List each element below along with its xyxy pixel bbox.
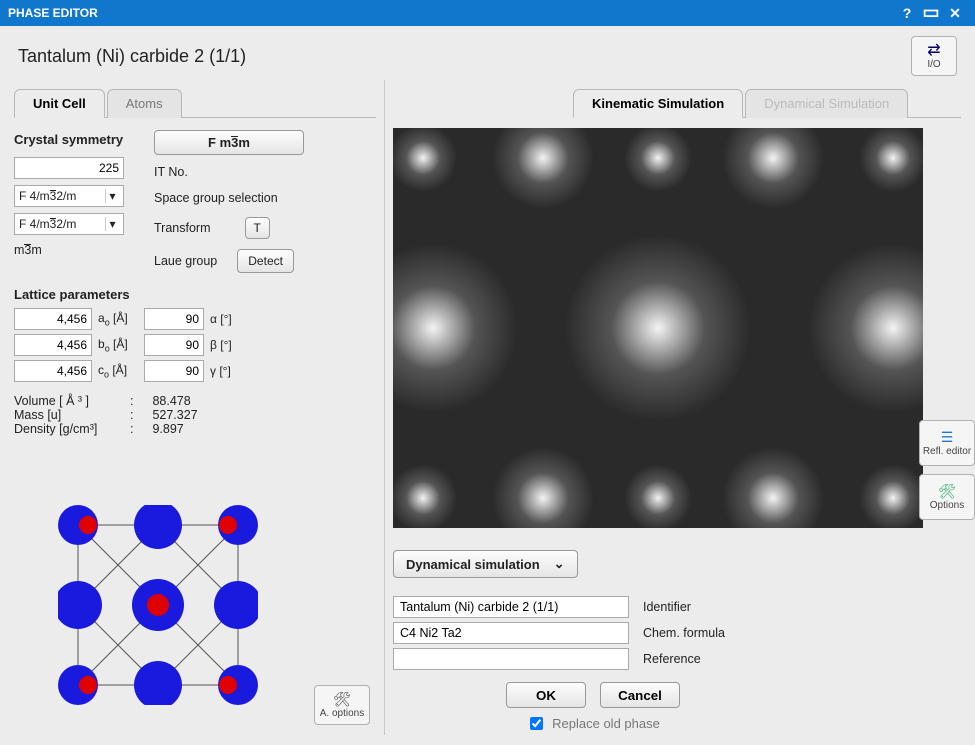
phase-form: Identifier Chem. formula Reference: [393, 596, 961, 670]
ok-button[interactable]: OK: [506, 682, 586, 708]
transform-select[interactable]: F 4/m32/m ▾: [14, 213, 124, 235]
density-value: 9.897: [152, 422, 183, 436]
lattice-grid: ao [Å] α [°] bo [Å] β [°] co [Å] γ [°]: [14, 308, 376, 382]
a-label: ao [Å]: [98, 311, 138, 327]
identifier-input[interactable]: [393, 596, 629, 618]
options-button[interactable]: 🛠 Options: [919, 474, 975, 520]
it-number-input[interactable]: [14, 157, 124, 179]
beta-input[interactable]: [144, 334, 204, 356]
volume-label: Volume [ Å ³ ]: [14, 394, 124, 408]
detect-button[interactable]: Detect: [237, 249, 294, 273]
b-label: bo [Å]: [98, 337, 138, 353]
refl-editor-button[interactable]: ☰ Refl. editor: [919, 420, 975, 466]
left-panel: Unit Cell Atoms Crystal symmetry F 4/m32…: [0, 80, 385, 735]
space-group-value: F 4/m32/m: [19, 189, 76, 203]
gamma-input[interactable]: [144, 360, 204, 382]
tab-dynamical[interactable]: Dynamical Simulation: [745, 89, 908, 118]
header: Tantalum (Ni) carbide 2 (1/1) ⇄ I/O: [0, 26, 975, 80]
io-label: I/O: [927, 59, 940, 70]
right-tabs: Kinematic Simulation Dynamical Simulatio…: [573, 88, 961, 118]
lattice-heading: Lattice parameters: [14, 287, 376, 302]
reference-label: Reference: [643, 652, 803, 666]
formula-input[interactable]: [393, 622, 629, 644]
dyn-sel-label: Dynamical simulation: [406, 557, 540, 572]
formula-label: Chem. formula: [643, 626, 803, 640]
io-button[interactable]: ⇄ I/O: [911, 36, 957, 76]
help-button[interactable]: ?: [895, 5, 919, 21]
chevron-down-icon: ▾: [105, 189, 119, 203]
volume-value: 88.478: [152, 394, 190, 408]
transform-button[interactable]: T: [245, 217, 270, 239]
options-label: Options: [930, 500, 964, 511]
window-title: PHASE EDITOR: [8, 6, 98, 20]
gamma-label: γ [°]: [210, 364, 236, 378]
it-no-label: IT No.: [154, 165, 304, 179]
page-title: Tantalum (Ni) carbide 2 (1/1): [18, 46, 246, 67]
transform-label: Transform: [154, 221, 211, 235]
alpha-label: α [°]: [210, 312, 236, 326]
transform-value: F 4/m32/m: [19, 217, 76, 231]
a-input[interactable]: [14, 308, 92, 330]
c-label: co [Å]: [98, 363, 138, 379]
left-tabs: Unit Cell Atoms: [14, 88, 376, 118]
dynamical-simulation-select[interactable]: Dynamical simulation ⌄: [393, 550, 578, 578]
crystal-symmetry-heading: Crystal symmetry: [14, 132, 124, 147]
replace-old-phase-label: Replace old phase: [552, 716, 660, 731]
b-input[interactable]: [14, 334, 92, 356]
density-label: Density [g/cm³]: [14, 422, 124, 436]
reference-input[interactable]: [393, 648, 629, 670]
cancel-button[interactable]: Cancel: [600, 682, 680, 708]
space-group-select[interactable]: F 4/m32/m ▾: [14, 185, 124, 207]
chevron-down-icon: ⌄: [554, 556, 565, 572]
sg-sel-label: Space group selection: [154, 191, 304, 205]
identifier-label: Identifier: [643, 600, 803, 614]
swap-icon: ⇄: [927, 43, 940, 59]
close-button[interactable]: ✕: [943, 5, 967, 22]
simulation-image[interactable]: [393, 128, 923, 528]
laue-value: m3m: [14, 243, 124, 257]
mass-label: Mass [u]: [14, 408, 124, 422]
chevron-down-icon: ▾: [105, 217, 119, 231]
titlebar: PHASE EDITOR ? ▭ ✕: [0, 0, 975, 26]
minimize-button[interactable]: ▭: [919, 9, 943, 16]
tab-kinematic[interactable]: Kinematic Simulation: [573, 89, 743, 118]
space-group-button[interactable]: F m3m: [154, 130, 304, 155]
dialog-buttons: OK Cancel: [393, 682, 793, 708]
c-input[interactable]: [14, 360, 92, 382]
right-panel: Kinematic Simulation Dynamical Simulatio…: [385, 80, 975, 735]
atom-options-label: A. options: [320, 708, 364, 719]
stats: Volume [ Å ³ ]: 88.478 Mass [u]: 527.327…: [14, 394, 376, 436]
list-icon: ☰: [941, 429, 954, 446]
beta-label: β [°]: [210, 338, 236, 352]
crystal-structure-view[interactable]: [58, 505, 258, 705]
tab-unit-cell[interactable]: Unit Cell: [14, 89, 105, 118]
laue-label: Laue group: [154, 254, 217, 268]
atom-options-button[interactable]: 🛠 A. options: [314, 685, 370, 725]
alpha-input[interactable]: [144, 308, 204, 330]
replace-old-phase-checkbox[interactable]: [530, 717, 543, 730]
wrench-icon: 🛠: [938, 483, 956, 500]
wrench-icon: 🛠: [333, 691, 351, 708]
tab-atoms[interactable]: Atoms: [107, 89, 182, 118]
refl-editor-label: Refl. editor: [923, 446, 971, 457]
mass-value: 527.327: [152, 408, 197, 422]
